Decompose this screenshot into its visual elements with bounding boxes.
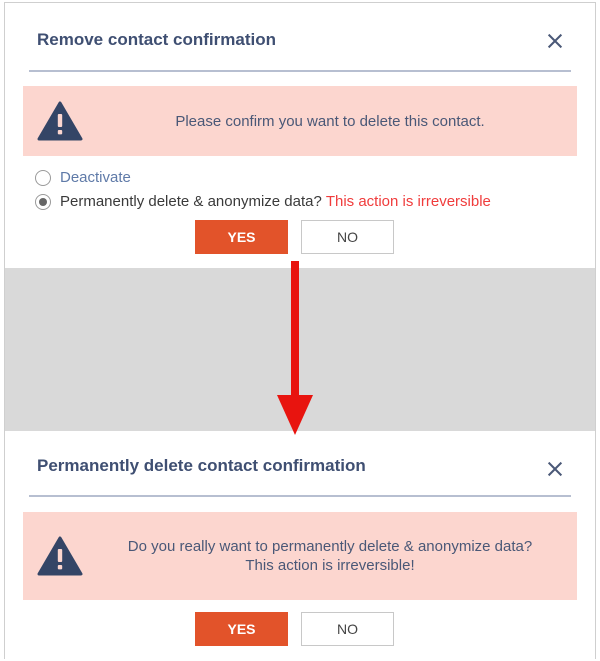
title-divider <box>29 495 571 497</box>
radio-button-deactivate[interactable] <box>35 169 51 186</box>
close-icon[interactable] <box>545 459 565 479</box>
warning-triangle-icon <box>37 101 83 141</box>
no-button[interactable]: NO <box>301 612 394 646</box>
confirmation-alert: Do you really want to permanently delete… <box>23 512 577 600</box>
alert-message-line-2: This action is irreversible! <box>245 557 415 574</box>
permanent-delete-dialog: Permanently delete contact confirmation … <box>5 431 595 660</box>
close-icon[interactable] <box>545 31 565 51</box>
radio-label-deactivate: Deactivate <box>60 169 131 186</box>
alert-message-line-1: Do you really want to permanently delete… <box>127 538 533 555</box>
dialog-title: Remove contact confirmation <box>37 30 276 49</box>
alert-message: Do you really want to permanently delete… <box>93 537 567 575</box>
radio-option-permanent-delete[interactable]: Permanently delete & anonymize data? Thi… <box>35 193 491 210</box>
no-button[interactable]: NO <box>301 220 394 254</box>
confirmation-alert: Please confirm you want to delete this c… <box>23 86 577 156</box>
irreversible-warning: This action is irreversible <box>325 193 491 210</box>
title-divider <box>29 70 571 72</box>
warning-triangle-icon <box>37 536 83 576</box>
alert-message: Please confirm you want to delete this c… <box>175 113 485 130</box>
radio-label-permanent-delete: Permanently delete & anonymize data? <box>60 193 322 210</box>
arrow-down-icon <box>277 261 313 435</box>
dialog-title: Permanently delete contact confirmation <box>37 456 366 475</box>
yes-button[interactable]: YES <box>195 612 288 646</box>
screenshot-frame: Remove contact confirmation Please confi… <box>4 2 596 660</box>
yes-button[interactable]: YES <box>195 220 288 254</box>
radio-option-deactivate[interactable]: Deactivate <box>35 169 131 186</box>
radio-button-permanent-delete[interactable] <box>35 193 51 210</box>
remove-contact-dialog: Remove contact confirmation Please confi… <box>5 3 595 268</box>
